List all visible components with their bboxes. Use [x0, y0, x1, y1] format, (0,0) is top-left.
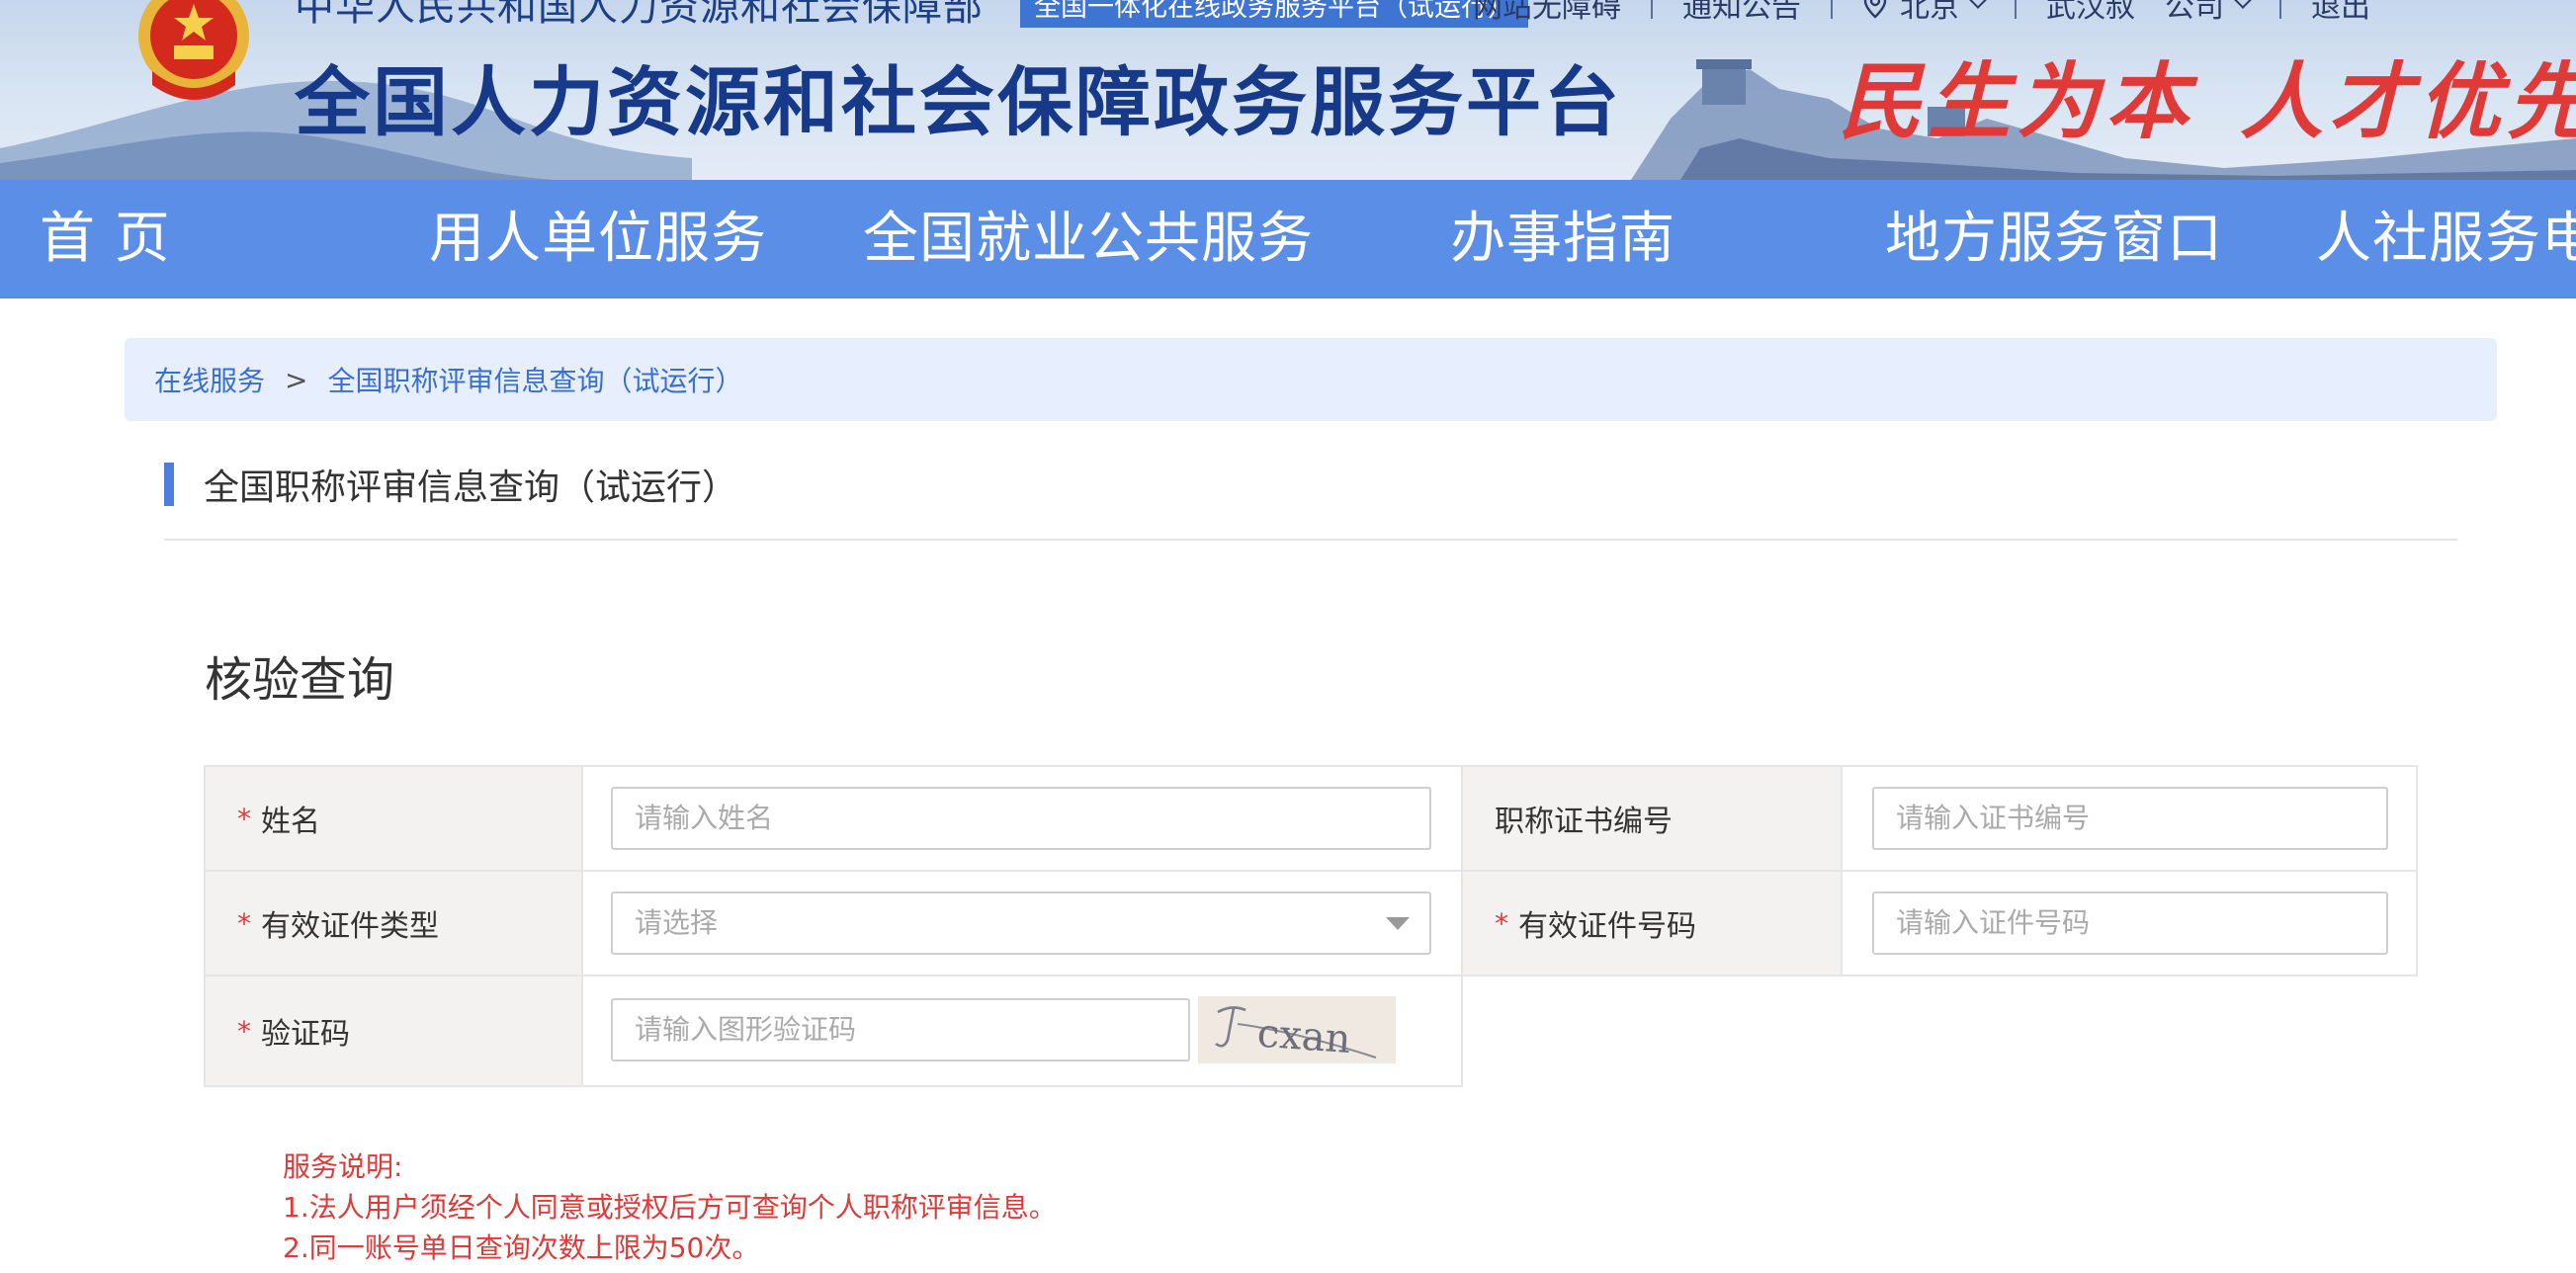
caret-down-icon — [1386, 917, 1410, 930]
location-pin-icon — [1863, 0, 1887, 19]
breadcrumb-separator: > — [285, 363, 308, 396]
panel-title: 核验查询 — [205, 652, 395, 708]
id-type-select-value: 请选择 — [635, 906, 719, 939]
notes-line-2: 2.同一账号单日查询次数上限为50次。 — [283, 1231, 760, 1264]
cert-no-field-cell: 请输入证书编号 — [1841, 765, 2418, 872]
national-emblem-icon — [138, 0, 249, 100]
name-label-cell: * 姓名 — [204, 765, 583, 872]
section-header: 全国职称评审信息查询（试运行） — [164, 463, 737, 508]
notes-line-1: 1.法人用户须经个人同意或授权后方可查询个人职称评审信息。 — [283, 1191, 1057, 1224]
required-mark: * — [237, 906, 251, 940]
nav-item-guide[interactable]: 办事指南 — [1450, 180, 1675, 298]
id-type-label: 有效证件类型 — [261, 909, 439, 944]
site-header: 中华人民共和国人力资源和社会保障部 全国一体化在线政务服务平台（试运行） 全国人… — [0, 0, 2576, 180]
id-type-field-cell: 请选择 — [581, 870, 1463, 976]
captcha-label: 验证码 — [261, 1017, 350, 1052]
divider — [2279, 0, 2281, 19]
id-no-input[interactable]: 请输入证件号码 — [1872, 891, 2388, 955]
name-field-cell: 请输入姓名 — [581, 765, 1463, 872]
chevron-down-icon — [2233, 0, 2253, 9]
company-label: 公司 — [2165, 0, 2224, 25]
nav-item-local-windows[interactable]: 地方服务窗口 — [1885, 180, 2223, 298]
captcha-field-cell: 请输入图形验证码 cxan — [581, 975, 1463, 1087]
slogan-right: 人才优先 — [2240, 52, 2576, 150]
captcha-image[interactable]: cxan — [1198, 996, 1396, 1063]
name-input[interactable]: 请输入姓名 — [611, 787, 1431, 850]
cert-no-input[interactable]: 请输入证书编号 — [1872, 787, 2388, 850]
divider — [2015, 0, 2017, 19]
logout-link[interactable]: 退出 — [2311, 0, 2370, 26]
required-mark: * — [237, 802, 251, 835]
section-title: 全国职称评审信息查询（试运行） — [204, 467, 738, 508]
slogan: 民生为本 人才优先 — [1839, 36, 2576, 155]
nav-item-hotline[interactable]: 人社服务电 — [2316, 180, 2576, 298]
name-label: 姓名 — [261, 805, 320, 839]
accessibility-link[interactable]: 网站无障碍 — [1473, 0, 1621, 26]
id-no-label-cell: * 有效证件号码 — [1461, 870, 1843, 976]
slogan-left: 民生为本 — [1839, 52, 2195, 150]
required-mark: * — [237, 1014, 251, 1048]
platform-tag[interactable]: 全国一体化在线政务服务平台（试运行） — [1020, 0, 1528, 28]
company-selector[interactable]: 公司 — [2165, 0, 2253, 26]
user-name-link[interactable]: 武汉叔 — [2046, 0, 2135, 26]
nav-item-employment-services[interactable]: 全国就业公共服务 — [863, 180, 1314, 298]
city-selector[interactable]: 北京 — [1862, 0, 1988, 26]
ministry-name: 中华人民共和国人力资源和社会保障部 — [295, 0, 984, 30]
notes-title: 服务说明: — [283, 1150, 403, 1183]
divider — [1831, 0, 1833, 19]
city-label: 北京 — [1900, 0, 1959, 25]
divider — [1651, 0, 1653, 19]
captcha-input[interactable]: 请输入图形验证码 — [611, 998, 1190, 1061]
captcha-graphic: cxan — [1198, 996, 1396, 1063]
cert-no-label: 职称证书编号 — [1495, 805, 1673, 839]
service-notes: 服务说明: 1.法人用户须经个人同意或授权后方可查询个人职称评审信息。 2.同一… — [283, 1146, 1057, 1268]
main-nav: 首 页 用人单位服务 全国就业公共服务 办事指南 地方服务窗口 人社服务电 — [0, 180, 2576, 298]
id-type-label-cell: * 有效证件类型 — [204, 870, 583, 976]
id-no-label: 有效证件号码 — [1518, 909, 1696, 944]
top-links: 网站无障碍 通知公告 北京 武汉叔 公司 退出 — [1473, 0, 2370, 26]
notice-link[interactable]: 通知公告 — [1682, 0, 1801, 26]
breadcrumb-root[interactable]: 在线服务 — [154, 360, 265, 399]
nav-item-home[interactable]: 首 页 — [40, 180, 171, 298]
platform-title: 全国人力资源和社会保障政务服务平台 — [295, 58, 1622, 146]
nav-item-employer-services[interactable]: 用人单位服务 — [429, 180, 767, 298]
breadcrumb: 在线服务 > 全国职称评审信息查询（试运行） — [125, 338, 2497, 421]
section-divider — [164, 539, 2457, 541]
captcha-label-cell: * 验证码 — [204, 975, 583, 1087]
id-type-select[interactable]: 请选择 — [611, 891, 1431, 955]
id-no-field-cell: 请输入证件号码 — [1841, 870, 2418, 976]
cert-no-label-cell: 职称证书编号 — [1461, 765, 1843, 872]
required-mark: * — [1495, 906, 1508, 940]
section-accent-bar — [164, 463, 174, 506]
captcha-text: cxan — [1255, 1011, 1352, 1062]
chevron-down-icon — [1968, 0, 1988, 9]
query-form: * 姓名 请输入姓名 职称证书编号 请输入证书编号 * 有效证件类型 请选择 *… — [204, 765, 2418, 1087]
breadcrumb-current[interactable]: 全国职称评审信息查询（试运行） — [327, 360, 742, 399]
